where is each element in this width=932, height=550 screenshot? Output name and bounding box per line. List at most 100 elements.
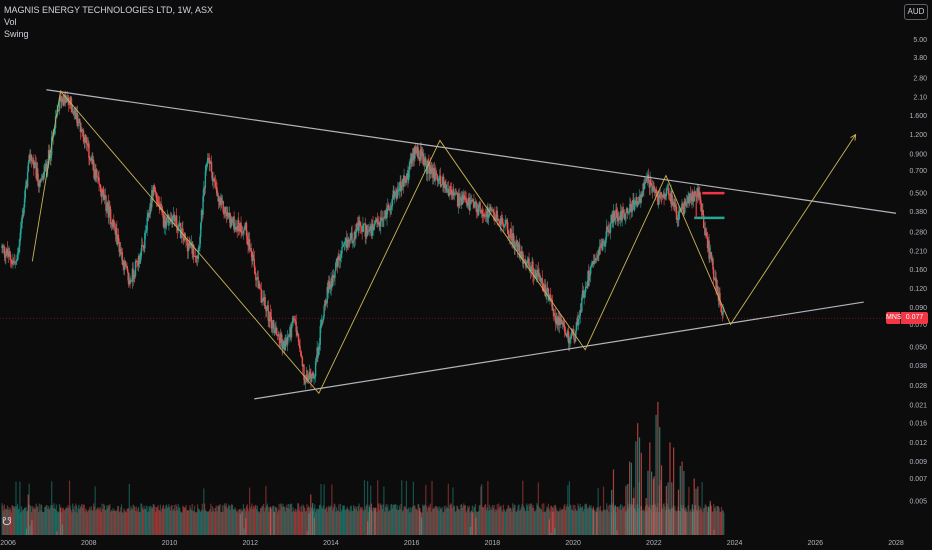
candle-body-339	[264, 297, 266, 307]
volume-spike-12-4	[640, 452, 642, 535]
y-tick-label-13: 0.160	[909, 267, 927, 274]
volume-spike-16-1	[679, 465, 681, 535]
volume-spike-4-2	[310, 494, 312, 535]
volume-spike-18-4	[713, 529, 715, 535]
volume-spike-11-2	[629, 461, 631, 535]
x-tick-label-2: 2010	[162, 540, 178, 547]
tradingview-logo-icon[interactable]: ☋	[2, 516, 12, 528]
volume-spike-5-4	[374, 508, 376, 535]
volume-spike-14-2	[657, 401, 659, 535]
candle-body-812	[631, 204, 633, 213]
volume-spike-2-1	[239, 514, 241, 535]
candle-body-140	[109, 209, 112, 225]
currency-button[interactable]: AUD	[904, 4, 928, 20]
axis-layer: 7.005.003.802.802.101.6001.2000.9000.700…	[0, 14, 927, 547]
x-tick-label-4: 2014	[323, 540, 339, 547]
y-tick-label-3: 2.80	[913, 76, 927, 83]
candle-body-391	[304, 381, 307, 384]
volume-spike-11-1	[627, 483, 629, 535]
candle-body-30	[24, 188, 27, 199]
y-tick-label-4: 2.10	[913, 95, 927, 102]
candle-body-775	[602, 240, 605, 243]
volume-spike-1-3	[61, 524, 63, 535]
candle-body-566	[440, 184, 443, 187]
y-tick-label-10: 0.380	[909, 209, 927, 216]
volume-spike-13-0	[645, 498, 647, 535]
y-tick-label-21: 0.016	[909, 421, 927, 428]
candle-body-456	[355, 232, 357, 239]
volume-spike-17-4	[697, 486, 699, 535]
candle-body-590	[459, 200, 461, 207]
candle-body-451	[351, 232, 353, 243]
volume-spike-10-3	[614, 505, 616, 535]
volume-spike-10-1	[611, 489, 613, 535]
candle-body-784	[609, 222, 612, 233]
candle-body-212	[165, 217, 168, 226]
volume-spike-1-0	[56, 531, 58, 535]
volume-spike-13-3	[651, 471, 653, 535]
volume-spike-13-1	[647, 470, 649, 535]
volume-spike-0-1	[25, 528, 28, 535]
y-tick-label-18: 0.038	[909, 363, 927, 370]
legend-indicator-swing[interactable]: Swing	[4, 28, 213, 40]
y-tick-label-9: 0.500	[909, 191, 927, 198]
y-tick-label-25: 0.005	[909, 498, 927, 505]
volume-spike-9-4	[596, 512, 598, 535]
trendline-0	[46, 89, 897, 214]
y-tick-label-8: 0.700	[909, 168, 927, 175]
volume-spike-9-2	[592, 507, 594, 535]
candle-body-819	[636, 204, 639, 207]
volume-spike-15-0	[665, 485, 667, 535]
volume-spike-12-2	[637, 423, 639, 535]
volume-spike-5-0	[367, 521, 369, 535]
candle-body-438	[341, 247, 343, 254]
volume-spike-14-4	[660, 465, 663, 535]
volume-spike-11-3	[630, 462, 633, 535]
candle-body-354	[276, 327, 278, 336]
volume-spike-14-1	[655, 414, 657, 535]
x-tick-label-10: 2026	[807, 540, 823, 547]
volume-spike-12-0	[633, 497, 635, 535]
y-tick-label-2: 3.80	[913, 55, 927, 62]
y-tick-label-19: 0.028	[909, 383, 927, 390]
volume-spike-15-4	[673, 447, 675, 535]
volume-spike-10-4	[616, 530, 618, 535]
y-tick-label-11: 0.280	[909, 229, 927, 236]
volume-spike-13-2	[649, 442, 651, 535]
volume-spike-17-3	[695, 488, 697, 535]
volume-spike-4-1	[308, 513, 310, 535]
volume-spike-12-1	[635, 441, 637, 535]
candle-body-917	[713, 269, 715, 280]
swing-path	[31, 90, 857, 395]
x-tick-label-6: 2018	[485, 540, 501, 547]
chart[interactable]: 7.005.003.802.802.101.6001.2000.9000.700…	[0, 0, 932, 550]
volume-spike-4-0	[306, 531, 308, 535]
x-tick-label-11: 2028	[888, 540, 904, 547]
volume-spike-18-2	[709, 500, 711, 535]
chart-legend: MAGNIS ENERGY TECHNOLOGIES LTD, 1W, ASX …	[4, 4, 213, 40]
volume-spike-6-2	[419, 507, 421, 535]
volume-spike-8-1	[550, 532, 552, 535]
volume-spike-0-3	[29, 525, 31, 535]
volume-spike-3-4	[273, 511, 275, 535]
candle-body-415	[323, 305, 325, 317]
legend-indicator-vol[interactable]: Vol	[4, 16, 213, 28]
volume-spike-17-2	[693, 478, 695, 535]
volume-spike-7-4	[475, 517, 477, 535]
candle-body-546	[425, 158, 427, 166]
volume-spike-17-1	[691, 504, 693, 535]
candle-body-616	[479, 202, 481, 212]
volume-spike-2-4	[245, 518, 247, 535]
x-tick-label-7: 2020	[565, 540, 581, 547]
volume-spike-1-2	[59, 507, 62, 535]
volume-spike-5-2	[370, 503, 372, 535]
x-tick-label-3: 2012	[242, 540, 258, 547]
last-price-tag: MNS 0.077	[886, 312, 928, 325]
volume-bar-930	[723, 512, 725, 535]
chart-svg[interactable]: 7.005.003.802.802.101.6001.2000.9000.700…	[0, 0, 932, 550]
volume-spike-15-2	[669, 442, 671, 535]
volume-spike-4-4	[313, 517, 316, 535]
swing-arrowhead	[850, 133, 857, 141]
price-pane	[1, 90, 725, 535]
volume-spike-7-2	[471, 512, 473, 535]
